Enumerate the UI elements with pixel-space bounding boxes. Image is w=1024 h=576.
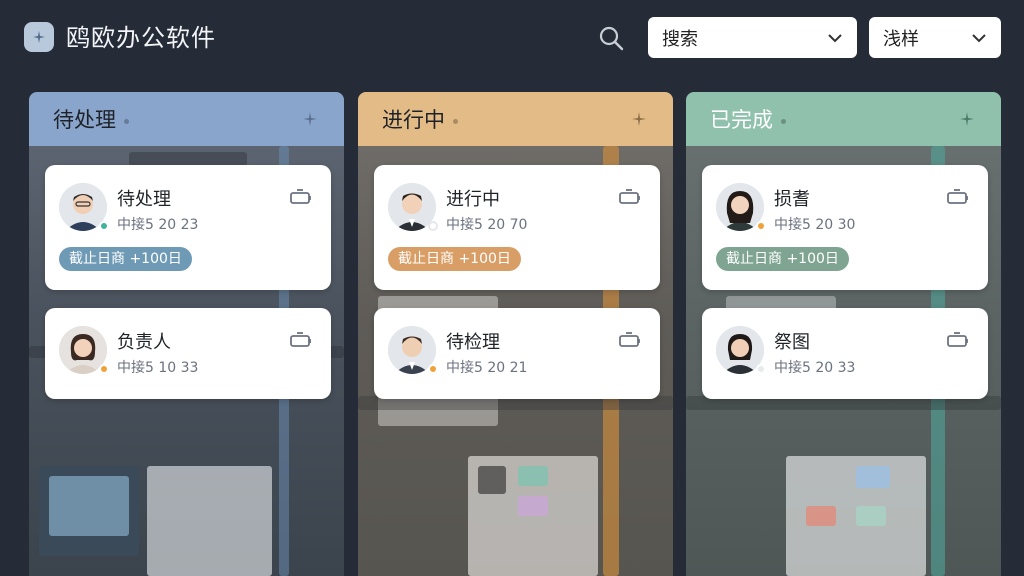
status-dot <box>756 364 766 374</box>
card-title: 负责人 <box>117 332 171 353</box>
status-dot <box>99 364 109 374</box>
task-card[interactable]: 损耆 中接5 20 30 截止日商 +100日 <box>702 165 988 290</box>
status-dot <box>99 221 109 231</box>
app-title: 鸥欧办公软件 <box>66 24 216 52</box>
style-dropdown-value: 浅样 <box>883 28 919 50</box>
style-dropdown[interactable]: 浅样 <box>869 17 1001 58</box>
card-meta: 中接5 20 30 <box>774 217 856 233</box>
column-done: 已完成 损耆 中接5 20 30 截止日商 +100日 祭图 中接5 20 33 <box>686 92 1001 576</box>
column-dot-icon <box>781 118 786 124</box>
card-action-icon[interactable] <box>289 332 313 348</box>
deadline-tag: 截止日商 +100日 <box>388 247 521 271</box>
column-dot-icon <box>453 118 458 124</box>
search-dropdown-value: 搜索 <box>662 28 698 50</box>
column-header: 待处理 <box>29 92 344 146</box>
search-icon[interactable] <box>597 24 625 52</box>
column-title: 待处理 <box>53 108 116 132</box>
column-todo: 待处理 待处理 中接5 20 23 截止日商 +100日 负责人 中接5 10 … <box>29 92 344 576</box>
card-title: 待检理 <box>446 332 500 353</box>
app-logo-icon <box>24 22 54 52</box>
card-action-icon[interactable] <box>289 189 313 205</box>
task-card[interactable]: 进行中 中接5 20 70 截止日商 +100日 <box>374 165 660 290</box>
card-action-icon[interactable] <box>946 332 970 348</box>
card-meta: 中接5 10 33 <box>117 360 199 376</box>
status-dot <box>428 364 438 374</box>
card-meta: 中接5 20 21 <box>446 360 528 376</box>
app-header: 鸥欧办公软件 搜索 浅样 <box>0 0 1024 80</box>
deadline-tag: 截止日商 +100日 <box>716 247 849 271</box>
card-action-icon[interactable] <box>946 189 970 205</box>
sparkle-icon[interactable] <box>631 111 647 127</box>
status-dot <box>756 221 766 231</box>
column-title: 已完成 <box>710 108 773 132</box>
sparkle-icon[interactable] <box>302 111 318 127</box>
task-card[interactable]: 待处理 中接5 20 23 截止日商 +100日 <box>45 165 331 290</box>
column-header: 进行中 <box>358 92 673 146</box>
search-dropdown[interactable]: 搜索 <box>648 17 857 58</box>
column-title: 进行中 <box>382 108 445 132</box>
status-dot <box>428 221 438 231</box>
column-header: 已完成 <box>686 92 1001 146</box>
card-action-icon[interactable] <box>618 332 642 348</box>
deadline-tag: 截止日商 +100日 <box>59 247 192 271</box>
card-title: 损耆 <box>774 189 810 210</box>
task-card[interactable]: 负责人 中接5 10 33 <box>45 308 331 399</box>
chevron-down-icon <box>828 33 842 42</box>
column-in-progress: 进行中 进行中 中接5 20 70 截止日商 +100日 待检理 中接5 20 … <box>358 92 673 576</box>
card-meta: 中接5 20 33 <box>774 360 856 376</box>
card-meta: 中接5 20 23 <box>117 217 199 233</box>
card-meta: 中接5 20 70 <box>446 217 528 233</box>
task-card[interactable]: 祭图 中接5 20 33 <box>702 308 988 399</box>
card-title: 祭图 <box>774 332 810 353</box>
task-card[interactable]: 待检理 中接5 20 21 <box>374 308 660 399</box>
card-title: 待处理 <box>117 189 171 210</box>
sparkle-icon[interactable] <box>959 111 975 127</box>
chevron-down-icon <box>972 33 986 42</box>
card-title: 进行中 <box>446 189 500 210</box>
card-action-icon[interactable] <box>618 189 642 205</box>
column-dot-icon <box>124 118 129 124</box>
